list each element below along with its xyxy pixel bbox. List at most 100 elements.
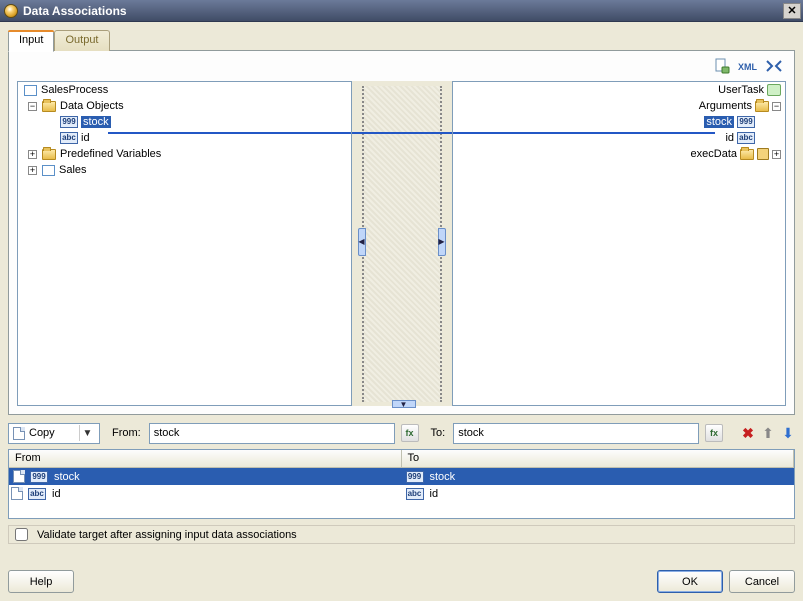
- collapse-bottom-handle[interactable]: ▼: [392, 400, 416, 408]
- mapping-line: [352, 132, 452, 134]
- cell-from: abc id: [9, 487, 402, 500]
- xml-icon[interactable]: XML: [738, 57, 758, 75]
- cell-text: id: [52, 488, 61, 500]
- root-label: UserTask: [718, 84, 764, 96]
- from-label: From:: [106, 427, 143, 439]
- collapse-right-handle[interactable]: ▶: [438, 228, 446, 256]
- automap-icon[interactable]: [764, 57, 784, 75]
- to-label: To:: [425, 427, 448, 439]
- node-label: Predefined Variables: [60, 148, 161, 160]
- cell-text: stock: [430, 471, 456, 483]
- chevron-down-icon: ▼: [79, 425, 95, 441]
- node-label: Data Objects: [60, 100, 124, 112]
- mode-label: Copy: [29, 427, 55, 439]
- svg-text:XML: XML: [738, 62, 758, 72]
- title-bar: Data Associations ✕: [0, 0, 803, 22]
- cell-text: stock: [54, 471, 80, 483]
- tree-node-execdata[interactable]: execData +: [453, 146, 786, 162]
- splitter-zone: ◀ ▶ ▼: [352, 81, 452, 406]
- to-expression-builder-button[interactable]: fx: [705, 424, 723, 442]
- mappings-grid: From To 999 stock 999 stock abc id abc i…: [8, 449, 795, 519]
- close-button[interactable]: ✕: [783, 3, 801, 19]
- target-tree[interactable]: UserTask Arguments − stock 999 id abc: [452, 81, 787, 406]
- tree-node-arguments[interactable]: Arguments −: [453, 98, 786, 114]
- tab-input[interactable]: Input: [8, 30, 54, 52]
- mapping-edit-row: Copy ▼ From: fx To: fx ✖ ⬆ ⬇: [8, 421, 795, 445]
- ok-button[interactable]: OK: [657, 570, 723, 593]
- usertask-icon: [767, 84, 781, 96]
- node-label: execData: [691, 148, 737, 160]
- tree-root[interactable]: UserTask: [453, 82, 786, 98]
- content-area: Input Output XML SalesProcess −: [0, 22, 803, 601]
- leaf-label: id: [725, 132, 734, 144]
- tree-leaf-stock[interactable]: stock 999: [453, 114, 786, 130]
- button-bar: Help OK Cancel: [8, 560, 795, 593]
- number-type-icon: 999: [60, 116, 78, 128]
- mapping-mode-dropdown[interactable]: Copy ▼: [8, 423, 100, 444]
- node-label: Arguments: [699, 100, 752, 112]
- copy-icon: [13, 427, 25, 440]
- cancel-button[interactable]: Cancel: [729, 570, 795, 593]
- collapse-left-handle[interactable]: ◀: [358, 228, 366, 256]
- db-expression-icon[interactable]: [712, 57, 732, 75]
- app-icon: [4, 4, 18, 18]
- validate-label: Validate target after assigning input da…: [37, 529, 297, 541]
- panel-toolbar: XML: [712, 57, 784, 75]
- mapping-line: [108, 132, 352, 134]
- tab-strip: Input Output: [8, 30, 795, 51]
- source-tree[interactable]: SalesProcess − Data Objects 999 stock ab…: [17, 81, 352, 406]
- from-input[interactable]: [149, 423, 395, 444]
- grid-row[interactable]: abc id abc id: [9, 485, 794, 502]
- leaf-label: stock: [704, 116, 734, 128]
- help-button[interactable]: Help: [8, 570, 74, 593]
- expand-icon[interactable]: +: [28, 166, 37, 175]
- mapping-line: [452, 132, 716, 134]
- row-icon: [11, 487, 23, 500]
- expand-icon[interactable]: +: [28, 150, 37, 159]
- root-label: SalesProcess: [41, 84, 108, 96]
- cell-to: 999 stock: [402, 471, 793, 483]
- process-icon: [42, 165, 55, 176]
- window-title: Data Associations: [23, 4, 783, 18]
- folder-icon: [755, 101, 769, 112]
- cell-text: id: [430, 488, 439, 500]
- to-input[interactable]: [453, 423, 699, 444]
- row-icon: [13, 470, 25, 483]
- lock-icon: [757, 148, 769, 160]
- validate-checkbox[interactable]: [15, 528, 28, 541]
- grid-row[interactable]: 999 stock 999 stock: [9, 468, 794, 485]
- validate-row: Validate target after assigning input da…: [8, 525, 795, 544]
- tab-output[interactable]: Output: [54, 30, 109, 51]
- tree-node-predefined[interactable]: + Predefined Variables: [18, 146, 351, 162]
- folder-icon: [740, 149, 754, 160]
- grid-header: From To: [9, 450, 794, 468]
- col-to[interactable]: To: [402, 450, 795, 467]
- collapse-icon[interactable]: −: [772, 102, 781, 111]
- folder-icon: [42, 101, 56, 112]
- tree-root[interactable]: SalesProcess: [18, 82, 351, 98]
- collapse-icon[interactable]: −: [28, 102, 37, 111]
- string-type-icon: abc: [28, 488, 46, 500]
- move-down-button[interactable]: ⬇: [781, 426, 795, 440]
- delete-mapping-button[interactable]: ✖: [741, 426, 755, 440]
- number-type-icon: 999: [406, 471, 424, 483]
- mapping-panel: XML SalesProcess − Data Objects 999: [8, 50, 795, 415]
- node-label: Sales: [59, 164, 87, 176]
- string-type-icon: abc: [737, 132, 755, 144]
- col-from[interactable]: From: [9, 450, 402, 467]
- trees-container: SalesProcess − Data Objects 999 stock ab…: [17, 81, 786, 406]
- leaf-label: id: [81, 132, 90, 144]
- tree-leaf-stock[interactable]: 999 stock: [18, 114, 351, 130]
- string-type-icon: abc: [406, 488, 424, 500]
- cell-from: 999 stock: [11, 470, 402, 483]
- from-expression-builder-button[interactable]: fx: [401, 424, 419, 442]
- process-icon: [24, 85, 37, 96]
- number-type-icon: 999: [737, 116, 755, 128]
- tree-node-sales[interactable]: + Sales: [18, 162, 351, 178]
- number-type-icon: 999: [30, 471, 48, 483]
- string-type-icon: abc: [60, 132, 78, 144]
- folder-icon: [42, 149, 56, 160]
- move-up-button[interactable]: ⬆: [761, 426, 775, 440]
- expand-icon[interactable]: +: [772, 150, 781, 159]
- tree-node-data-objects[interactable]: − Data Objects: [18, 98, 351, 114]
